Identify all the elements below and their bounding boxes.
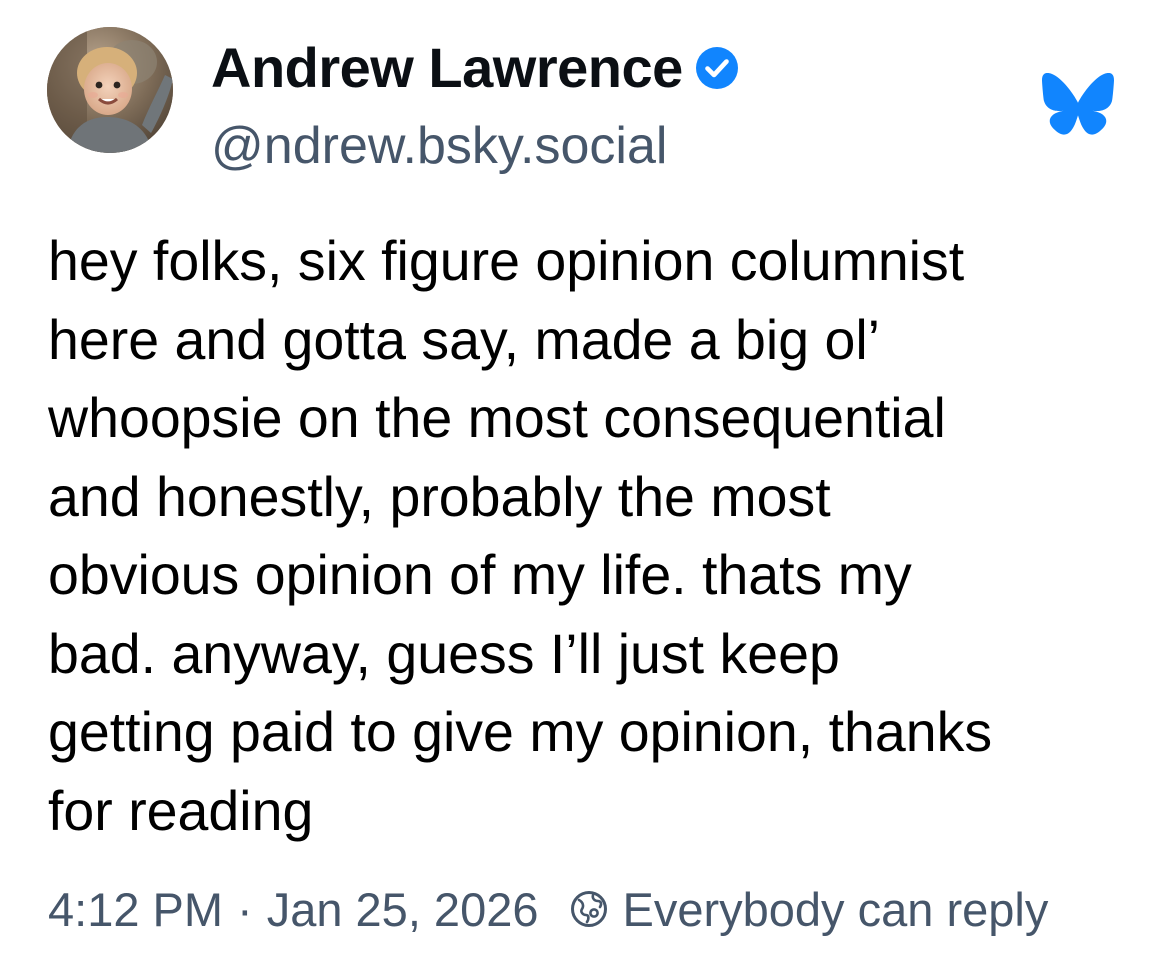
post-time[interactable]: 4:12 PM xyxy=(48,882,223,937)
reply-setting-label[interactable]: Everybody can reply xyxy=(623,882,1049,937)
meta-separator: · xyxy=(237,882,253,936)
post-date[interactable]: Jan 25, 2026 xyxy=(267,882,539,937)
author-handle[interactable]: @ndrew.bsky.social xyxy=(211,114,667,178)
post-text-line: whoopsie on the most consequential xyxy=(48,387,946,449)
post-text-line: bad. anyway, guess I’ll just keep xyxy=(48,622,840,685)
post-text-line: for reading xyxy=(48,779,314,842)
avatar-photo-icon xyxy=(47,27,173,153)
post-text-line: obvious opinion of my life. thats my xyxy=(48,544,912,606)
post-card: Andrew Lawrence @ndrew.bsky.social hey f… xyxy=(0,0,1170,967)
post-text-line: hey folks, six figure opinion columnist xyxy=(48,230,965,292)
bluesky-butterfly-icon xyxy=(1042,73,1114,135)
verified-check-icon[interactable] xyxy=(695,46,739,90)
post-meta: 4:12 PM · Jan 25, 2026 Everybody can rep… xyxy=(48,876,1048,942)
post-text-line: getting paid to give my opinion, thanks xyxy=(48,701,993,763)
earth-globe-icon xyxy=(569,889,609,929)
author-name-row: Andrew Lawrence xyxy=(211,33,739,103)
post-text-line: and honestly, probably the most xyxy=(48,465,831,528)
post-body: hey folks, six figure opinion columnist … xyxy=(48,222,1138,850)
author-avatar[interactable] xyxy=(47,27,173,153)
post-text-line: here and gotta say, made a big ol’ xyxy=(48,308,881,371)
author-display-name[interactable]: Andrew Lawrence xyxy=(211,40,683,96)
